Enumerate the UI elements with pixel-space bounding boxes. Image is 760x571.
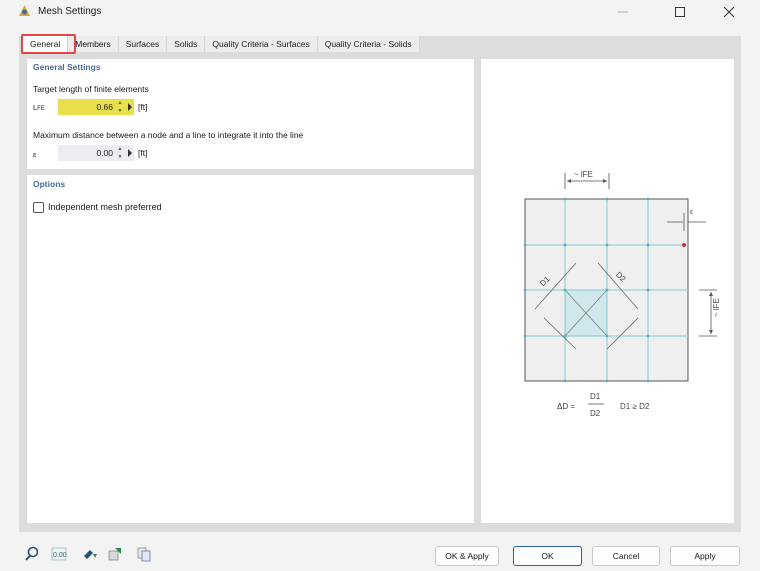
eps-spinner-icon[interactable]: ▲ ▼ xyxy=(117,145,123,161)
minimize-button[interactable] xyxy=(600,0,646,24)
tab-general[interactable]: General xyxy=(23,36,69,52)
minimize-icon xyxy=(618,11,628,13)
svg-text:0.00: 0.00 xyxy=(53,552,67,559)
eps-symbol: ε xyxy=(33,150,37,159)
preview-panel: ~ lFE D1 D2 ε ~ lFE ΔD = D1 D2 D1 ≥ D2 xyxy=(481,59,734,523)
independent-mesh-checkbox[interactable] xyxy=(33,202,44,213)
options-heading: Options xyxy=(33,179,66,189)
lfe-input[interactable]: 0.66 ▲ ▼ xyxy=(58,99,134,115)
eps-unit: [ft] xyxy=(138,148,148,158)
diagram-eps-label: ε xyxy=(690,209,693,216)
window-title: Mesh Settings xyxy=(38,6,102,17)
diagram-frac-num: D1 xyxy=(590,392,601,401)
settings-export-icon[interactable] xyxy=(107,546,123,562)
apply-button[interactable]: Apply xyxy=(670,546,740,566)
target-length-label: Target length of finite elements xyxy=(33,84,149,94)
copy-settings-icon[interactable] xyxy=(136,546,152,562)
general-settings-heading: General Settings xyxy=(33,62,101,72)
lfe-symbol: LFE xyxy=(33,103,45,112)
lfe-arrow-icon[interactable] xyxy=(128,103,132,111)
eps-input[interactable]: 0.00 ▲ ▼ xyxy=(58,145,134,161)
tab-surfaces[interactable]: Surfaces xyxy=(118,36,168,52)
title-bar: Mesh Settings xyxy=(0,0,760,24)
options-panel: Options Independent mesh preferred xyxy=(27,175,474,523)
lfe-symbol-sub: FE xyxy=(37,106,45,112)
lfe-value: 0.66 xyxy=(96,102,113,112)
units-icon[interactable] xyxy=(82,546,98,562)
maximize-button[interactable] xyxy=(657,0,703,24)
ok-button[interactable]: OK xyxy=(513,546,582,566)
tab-bar: General Members Surfaces Solids Quality … xyxy=(23,36,420,52)
tab-solids[interactable]: Solids xyxy=(167,36,206,52)
close-button[interactable] xyxy=(706,0,752,24)
lfe-unit: [ft] xyxy=(138,102,148,112)
close-icon xyxy=(724,7,734,17)
tab-quality-criteria-solids[interactable]: Quality Criteria - Solids xyxy=(317,36,420,52)
mesh-diagram: ~ lFE D1 D2 ε ~ lFE ΔD = D1 D2 D1 ≥ D2 xyxy=(523,170,721,418)
diagram-condition-label: D1 ≥ D2 xyxy=(620,402,650,411)
tab-quality-criteria-surfaces[interactable]: Quality Criteria - Surfaces xyxy=(205,36,318,52)
node-red-marker xyxy=(682,243,686,247)
independent-mesh-label[interactable]: Independent mesh preferred xyxy=(48,202,162,212)
tab-members[interactable]: Members xyxy=(68,36,119,52)
maximize-icon xyxy=(675,7,685,17)
ok-apply-button[interactable]: OK & Apply xyxy=(435,546,499,566)
general-settings-panel: General Settings Target length of finite… xyxy=(27,59,474,169)
app-logo-icon xyxy=(19,5,30,16)
lfe-spinner-icon[interactable]: ▲ ▼ xyxy=(117,99,123,115)
search-icon[interactable] xyxy=(24,546,40,562)
decimal-places-icon[interactable]: 0.00 xyxy=(51,546,67,562)
diagram-lfe-top-label: ~ lFE xyxy=(574,170,593,179)
diagram-lfe-side-label: ~ lFE xyxy=(712,298,721,317)
cancel-button[interactable]: Cancel xyxy=(592,546,660,566)
eps-value: 0.00 xyxy=(96,148,113,158)
diagram-delta-label: ΔD = xyxy=(557,402,575,411)
eps-arrow-icon[interactable] xyxy=(128,149,132,157)
max-distance-label: Maximum distance between a node and a li… xyxy=(33,130,304,140)
diagram-frac-den: D2 xyxy=(590,409,601,418)
